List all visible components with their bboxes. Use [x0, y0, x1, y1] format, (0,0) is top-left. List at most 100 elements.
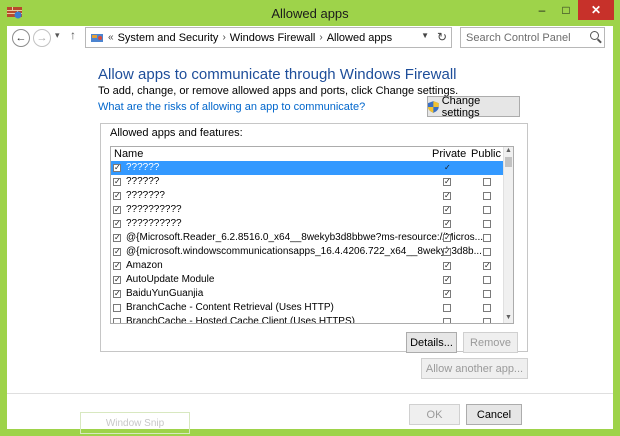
allowed-apps-list[interactable]: Name Private Public ????????????????????… — [110, 146, 514, 324]
change-settings-button[interactable]: Change settings — [427, 94, 520, 119]
app-enabled-checkbox[interactable] — [113, 290, 121, 298]
search-input[interactable]: Search Control Panel — [466, 32, 571, 44]
list-scrollbar[interactable]: ▲ ▼ — [503, 147, 513, 323]
public-checkbox[interactable] — [483, 220, 491, 228]
app-name: ?????????? — [126, 204, 182, 215]
ok-button[interactable]: OK — [409, 404, 460, 425]
app-name: BaiduYunGuanjia — [126, 288, 204, 299]
private-checkbox[interactable] — [443, 234, 451, 242]
list-item[interactable]: ?????? — [111, 175, 504, 189]
public-checkbox[interactable] — [483, 276, 491, 284]
list-item[interactable]: BranchCache - Content Retrieval (Uses HT… — [111, 301, 504, 315]
list-item[interactable]: ?????????? — [111, 217, 504, 231]
window-title: Allowed apps — [271, 6, 349, 21]
list-item[interactable]: ??????? — [111, 189, 504, 203]
private-checkbox[interactable] — [443, 206, 451, 214]
public-checkbox[interactable] — [483, 318, 491, 323]
list-header: Name Private Public — [111, 147, 504, 161]
up-button[interactable]: ↑ — [70, 28, 76, 42]
breadcrumb-overflow[interactable]: « — [108, 32, 114, 43]
list-item[interactable]: @{microsoft.windowscommunicationsapps_16… — [111, 245, 504, 259]
forward-button[interactable]: → — [33, 29, 51, 47]
column-header-private[interactable]: Private — [432, 148, 466, 160]
private-checkbox[interactable] — [443, 276, 451, 284]
minimize-button[interactable]: – — [530, 0, 554, 20]
private-checkbox[interactable] — [443, 290, 451, 298]
private-checkbox[interactable] — [443, 248, 451, 256]
refresh-icon[interactable]: ↻ — [437, 30, 447, 44]
private-checkbox[interactable] — [443, 262, 451, 270]
cancel-button[interactable]: Cancel — [466, 404, 522, 425]
breadcrumb-system-and-security[interactable]: System and Security — [118, 32, 219, 44]
private-checkbox[interactable] — [443, 304, 451, 312]
list-item[interactable]: ?????? — [111, 161, 504, 175]
private-checkbox[interactable] — [443, 192, 451, 200]
app-name: @{Microsoft.Reader_6.2.8516.0_x64__8weky… — [126, 232, 484, 243]
public-checkbox[interactable] — [483, 206, 491, 214]
column-header-public[interactable]: Public — [471, 148, 501, 160]
public-checkbox[interactable] — [483, 234, 491, 242]
app-enabled-checkbox[interactable] — [113, 234, 121, 242]
window-client-area: ← → ▾ ↑ « System and Security › Windows … — [7, 26, 613, 434]
recent-locations-button[interactable]: ▾ — [55, 30, 60, 41]
public-checkbox[interactable] — [483, 248, 491, 256]
public-checkbox[interactable] — [483, 304, 491, 312]
title-bar: Allowed apps – □ ✕ — [0, 0, 620, 26]
private-checkbox[interactable] — [443, 318, 451, 323]
back-button[interactable]: ← — [12, 29, 30, 47]
private-checkbox[interactable] — [443, 220, 451, 228]
public-checkbox[interactable] — [483, 164, 491, 172]
scroll-up-icon[interactable]: ▲ — [504, 147, 513, 156]
uac-shield-icon — [428, 100, 439, 113]
scroll-thumb[interactable] — [505, 157, 512, 167]
app-enabled-checkbox[interactable] — [113, 318, 121, 323]
list-item[interactable]: Amazon — [111, 259, 504, 273]
footer-divider — [7, 393, 613, 394]
list-item[interactable]: BranchCache - Hosted Cache Client (Uses … — [111, 315, 504, 324]
instructions-text: To add, change, or remove allowed apps a… — [98, 85, 459, 97]
app-enabled-checkbox[interactable] — [113, 248, 121, 256]
app-enabled-checkbox[interactable] — [113, 192, 121, 200]
search-icon[interactable] — [590, 31, 599, 40]
breadcrumb-allowed-apps[interactable]: Allowed apps — [327, 32, 392, 44]
allowed-apps-group-label: Allowed apps and features: — [110, 127, 243, 139]
app-enabled-checkbox[interactable] — [113, 304, 121, 312]
private-checkbox[interactable] — [443, 164, 451, 172]
window-snip-ghost: Window Snip — [80, 412, 190, 434]
remove-button[interactable]: Remove — [463, 332, 518, 353]
column-header-name[interactable]: Name — [114, 148, 143, 160]
app-enabled-checkbox[interactable] — [113, 262, 121, 270]
list-item[interactable]: BaiduYunGuanjia — [111, 287, 504, 301]
close-button[interactable]: ✕ — [578, 0, 614, 20]
address-dropdown-icon[interactable]: ▼ — [421, 31, 429, 40]
change-settings-label: Change settings — [441, 94, 481, 119]
app-name: ?????? — [124, 162, 162, 173]
app-name: AutoUpdate Module — [126, 274, 215, 285]
breadcrumb-windows-firewall[interactable]: Windows Firewall — [230, 32, 316, 44]
list-item[interactable]: @{Microsoft.Reader_6.2.8516.0_x64__8weky… — [111, 231, 504, 245]
details-button[interactable]: Details... — [406, 332, 457, 353]
list-item[interactable]: ?????????? — [111, 203, 504, 217]
app-enabled-checkbox[interactable] — [113, 220, 121, 228]
scroll-down-icon[interactable]: ▼ — [504, 314, 513, 323]
app-name: BranchCache - Hosted Cache Client (Uses … — [126, 316, 355, 324]
app-rows: ??????????????????????????????????????? @… — [111, 161, 504, 324]
app-enabled-checkbox[interactable] — [113, 276, 121, 284]
allow-another-app-button[interactable]: Allow another app... — [421, 358, 528, 379]
search-box[interactable]: Search Control Panel — [460, 27, 605, 48]
public-checkbox[interactable] — [483, 290, 491, 298]
public-checkbox[interactable] — [483, 262, 491, 270]
app-name: ??????? — [126, 190, 165, 201]
app-enabled-checkbox[interactable] — [113, 206, 121, 214]
list-item[interactable]: AutoUpdate Module — [111, 273, 504, 287]
public-checkbox[interactable] — [483, 192, 491, 200]
address-bar[interactable]: « System and Security › Windows Firewall… — [85, 27, 452, 48]
allowed-apps-group: Allowed apps and features: Name Private … — [100, 123, 528, 353]
app-enabled-checkbox[interactable] — [113, 178, 121, 186]
breadcrumb-separator: › — [319, 32, 323, 43]
risks-link[interactable]: What are the risks of allowing an app to… — [98, 101, 365, 113]
maximize-button[interactable]: □ — [554, 0, 578, 20]
app-enabled-checkbox[interactable] — [113, 164, 121, 172]
public-checkbox[interactable] — [483, 178, 491, 186]
private-checkbox[interactable] — [443, 178, 451, 186]
